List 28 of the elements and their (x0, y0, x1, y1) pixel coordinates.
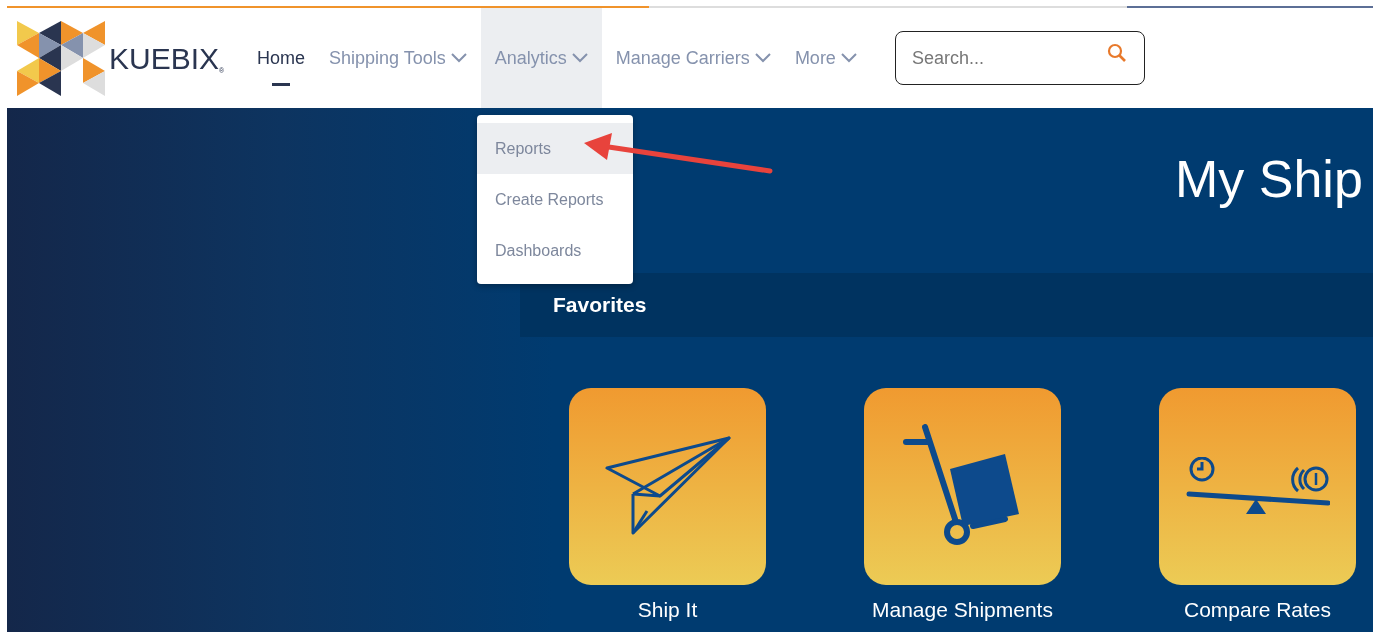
chevron-down-icon (450, 53, 467, 63)
nav-link[interactable]: Analytics (480, 8, 602, 108)
chevron-down-icon (754, 53, 771, 63)
menu-item[interactable]: Dashboards (477, 225, 633, 276)
nav-link[interactable]: More (784, 8, 867, 108)
search-icon[interactable] (1106, 43, 1127, 63)
chevron-down-icon (840, 53, 857, 63)
tile-label[interactable]: Ship It (637, 594, 698, 626)
section-header: Favorites (520, 273, 1373, 337)
favorite-tile[interactable] (569, 388, 766, 585)
logo-icon (17, 20, 105, 96)
page-title: My Ship (1175, 149, 1364, 210)
active-indicator (272, 83, 290, 86)
logo-text: KUEBIX (109, 40, 220, 77)
nav-link[interactable]: Shipping Tools (319, 8, 477, 108)
clock-icon (1189, 456, 1214, 481)
tile-label[interactable]: Compare Rates (1183, 594, 1332, 626)
nav-link[interactable]: Manage Carriers (605, 8, 781, 108)
tile-label[interactable]: Manage Shipments (872, 594, 1053, 626)
chevron-down-icon (571, 53, 588, 63)
favorite-tile[interactable] (1159, 388, 1356, 585)
nav-link[interactable]: Home (247, 8, 315, 108)
menu-item[interactable]: Reports (477, 123, 633, 174)
coin-stack-icon (1290, 466, 1328, 492)
menu-item[interactable]: Create Reports (477, 174, 633, 225)
search-field[interactable]: Search... (894, 31, 1145, 85)
favorite-tile[interactable] (864, 388, 1061, 585)
seesaw-icon (1186, 491, 1330, 514)
